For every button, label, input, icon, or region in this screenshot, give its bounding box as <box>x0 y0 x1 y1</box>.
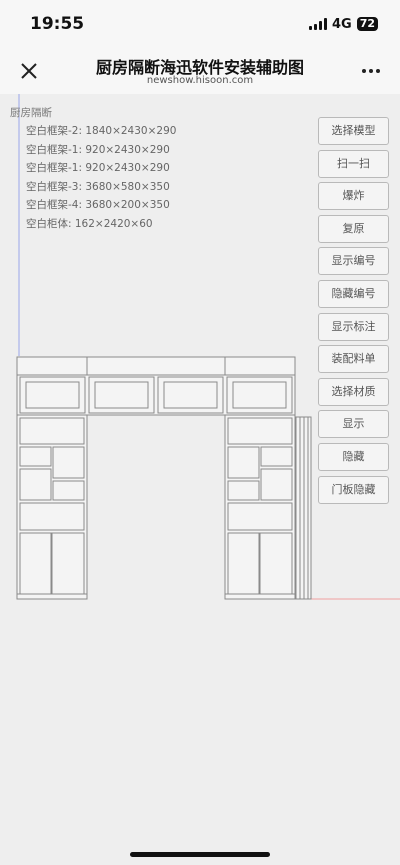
upper-panel-inner <box>163 381 218 409</box>
right-plinth <box>224 593 296 600</box>
left-door <box>19 532 52 595</box>
toolbar: 选择模型 扫一扫 爆炸 复原 显示编号 隐藏编号 显示标注 装配料单 选择材质 … <box>318 117 389 508</box>
status-time: 19:55 <box>30 14 85 34</box>
show-dimensions-button[interactable]: 显示标注 <box>318 312 389 341</box>
hide-button[interactable]: 隐藏 <box>318 442 389 471</box>
scene-item[interactable]: 空白框架-3: 3680×580×350 <box>26 178 176 197</box>
scene-item[interactable]: 空白框架-1: 920×2430×290 <box>26 159 176 178</box>
hide-numbers-button[interactable]: 隐藏编号 <box>318 279 389 308</box>
right-door <box>227 532 260 595</box>
left-shelf <box>52 480 85 501</box>
scene-item[interactable]: 空白框架-4: 3680×200×350 <box>26 196 176 215</box>
left-plinth <box>16 593 88 600</box>
scene-item[interactable]: 空白框架-2: 1840×2430×290 <box>26 122 176 141</box>
battery-icon: 72 <box>356 17 378 31</box>
show-button[interactable]: 显示 <box>318 410 389 439</box>
right-shelf <box>227 417 293 445</box>
battery-level: 72 <box>359 17 375 30</box>
left-shelf <box>19 502 85 531</box>
network-type: 4G <box>331 16 352 32</box>
right-shelf <box>260 468 293 501</box>
scene-item-list: 空白框架-2: 1840×2430×290 空白框架-1: 920×2430×2… <box>26 122 176 234</box>
more-icon-dot <box>369 69 373 73</box>
page-subtitle: newshow.hisoon.com <box>146 75 254 86</box>
top-bar <box>16 356 296 376</box>
scene-item[interactable]: 空白柜体: 162×2420×60 <box>26 215 176 234</box>
status-indicators: 4G 72 <box>308 16 378 32</box>
right-shelf <box>227 480 260 501</box>
nav-bar: 厨房隔断海迅软件安装辅助图 newshow.hisoon.com <box>0 48 400 94</box>
close-icon <box>21 63 37 79</box>
more-icon-dot <box>362 69 366 73</box>
hide-doors-button[interactable]: 门板隐藏 <box>318 475 389 504</box>
more-button[interactable] <box>356 58 386 84</box>
explode-button[interactable]: 爆炸 <box>318 182 389 211</box>
scene-root-label: 厨房隔断 <box>10 107 52 119</box>
right-door <box>259 532 293 595</box>
scene-item[interactable]: 空白框架-1: 920×2430×290 <box>26 141 176 160</box>
left-shelf <box>19 417 85 445</box>
bill-of-materials-button[interactable]: 装配料单 <box>318 345 389 374</box>
close-button[interactable] <box>14 56 44 86</box>
select-material-button[interactable]: 选择材质 <box>318 377 389 406</box>
status-bar: 19:55 4G 72 <box>0 0 400 48</box>
restore-button[interactable]: 复原 <box>318 214 389 243</box>
right-shelf <box>227 446 260 479</box>
show-numbers-button[interactable]: 显示编号 <box>318 247 389 276</box>
home-indicator[interactable] <box>130 852 270 857</box>
left-shelf <box>19 468 52 501</box>
left-shelf <box>19 446 52 467</box>
left-shelf <box>52 446 85 479</box>
more-icon-dot <box>376 69 380 73</box>
upper-panel-inner <box>25 381 80 409</box>
select-model-button[interactable]: 选择模型 <box>318 117 389 145</box>
signal-icon <box>308 18 327 30</box>
scan-button[interactable]: 扫一扫 <box>318 149 389 178</box>
upper-panel-inner <box>94 381 149 409</box>
right-shelf <box>260 446 293 467</box>
right-shelf <box>227 502 293 531</box>
left-door <box>51 532 85 595</box>
upper-panel-inner <box>232 381 287 409</box>
model-viewport[interactable]: 厨房隔断 空白框架-2: 1840×2430×290 空白框架-1: 920×2… <box>0 94 400 865</box>
